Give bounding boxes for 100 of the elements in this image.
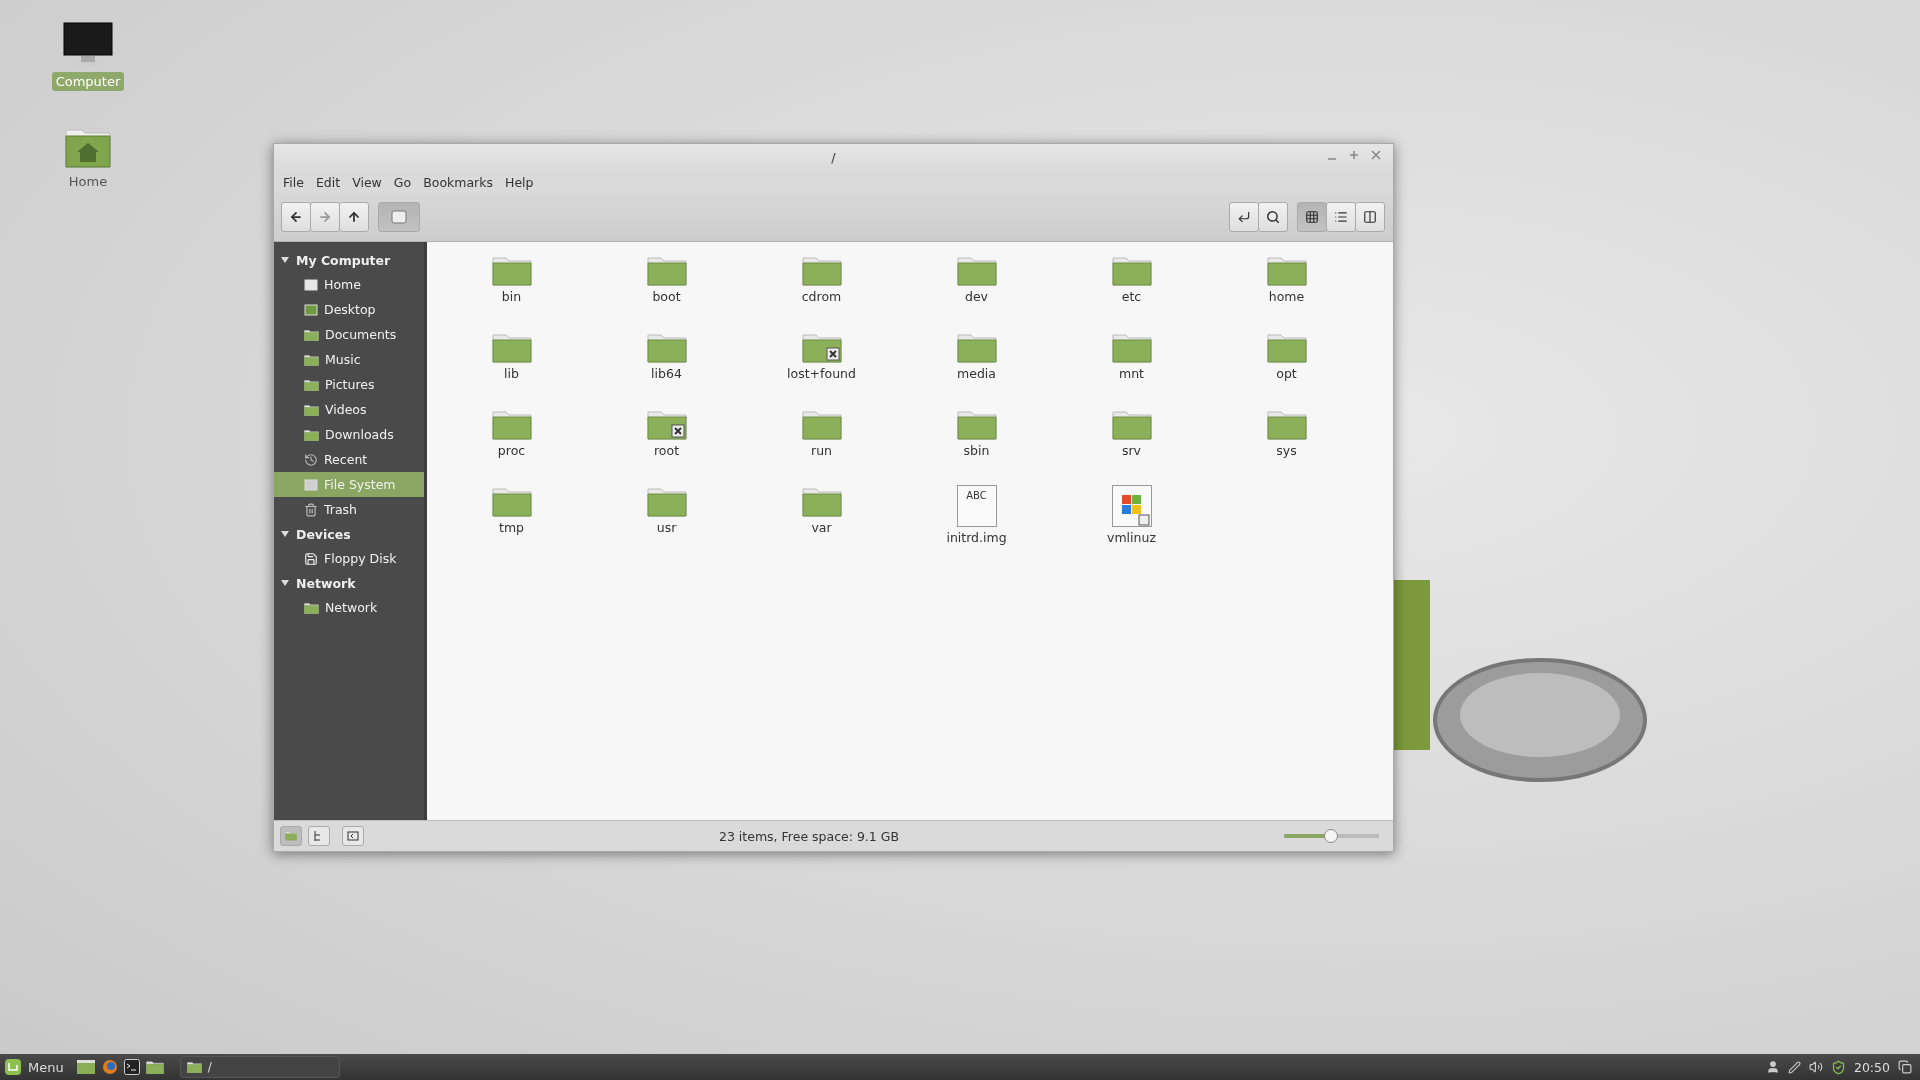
browser-launcher[interactable]	[101, 1059, 118, 1075]
folder-icon[interactable]	[646, 331, 687, 363]
folder-icon[interactable]	[1266, 408, 1307, 440]
locked-folder-icon[interactable]	[646, 408, 687, 440]
back-button[interactable]	[281, 202, 311, 232]
folder-icon[interactable]	[1111, 254, 1152, 286]
locked-folder-icon[interactable]	[801, 331, 842, 363]
folder-icon[interactable]	[1111, 331, 1152, 363]
menu-item[interactable]: File	[278, 172, 309, 192]
sidebar-item[interactable]: Network	[274, 595, 424, 620]
pen-icon[interactable]	[1787, 1060, 1801, 1074]
sidebar-item[interactable]: Home	[274, 272, 424, 297]
file-name: srv	[1121, 443, 1142, 458]
sidebar-item-label: Videos	[325, 402, 367, 417]
places-button[interactable]	[280, 826, 302, 846]
file-name: media	[957, 366, 996, 381]
sidebar-item[interactable]: Trash	[274, 497, 424, 522]
desktop-icon-label[interactable]: Home	[64, 172, 112, 191]
maximize-icon	[1349, 150, 1359, 160]
file-name: tmp	[499, 520, 524, 535]
page-icon	[304, 277, 318, 292]
file-name: proc	[497, 443, 526, 458]
sidebar-item[interactable]: Documents	[274, 322, 424, 347]
folder-icon[interactable]	[801, 485, 842, 517]
terminal-button[interactable]	[1229, 202, 1259, 232]
menu-item[interactable]: Bookmarks	[418, 172, 498, 192]
text-file-icon[interactable]: ABC	[956, 485, 997, 527]
sidebar-item-label: Network	[325, 600, 378, 615]
taskbar-window-button[interactable]: /	[179, 1056, 340, 1078]
folder-icon[interactable]	[956, 331, 997, 363]
search-icon	[1266, 210, 1280, 224]
folder-icon[interactable]	[646, 254, 687, 286]
sidebar-toggle-icon	[347, 830, 359, 842]
view-mode-button[interactable]	[1297, 202, 1327, 232]
sidebar-toggle-button[interactable]	[342, 826, 364, 846]
file-name: lost+found	[787, 366, 856, 381]
close-button[interactable]	[1369, 148, 1383, 162]
location-toggle-button[interactable]	[378, 202, 420, 232]
home-folder-icon[interactable]	[65, 128, 111, 168]
sidebar-item[interactable]: Pictures	[274, 372, 424, 397]
maximize-button[interactable]	[1347, 148, 1361, 162]
terminal-launcher[interactable]	[123, 1059, 140, 1075]
forward-icon	[318, 210, 332, 224]
binary-file-icon[interactable]	[1111, 485, 1152, 527]
menu-button[interactable]: Menu	[4, 1058, 70, 1076]
file-name: boot	[652, 289, 681, 304]
file-name: initrd.img	[946, 530, 1007, 545]
sidebar-item[interactable]: Downloads	[274, 422, 424, 447]
windows-icon[interactable]	[1898, 1060, 1912, 1074]
folder-icon	[285, 831, 297, 841]
menu-item[interactable]: Help	[500, 172, 539, 192]
file-name: run	[811, 443, 832, 458]
folder-icon[interactable]	[956, 254, 997, 286]
desktop-icon	[75, 1059, 96, 1075]
folder-icon[interactable]	[491, 408, 532, 440]
volume-icon[interactable]	[1808, 1060, 1823, 1074]
folder-icon[interactable]	[491, 485, 532, 517]
back-icon	[289, 210, 303, 224]
zoom-slider-thumb[interactable]	[1323, 829, 1338, 843]
folder-icon[interactable]	[646, 485, 687, 517]
sidebar-item[interactable]: Floppy Disk	[274, 546, 424, 571]
file-name: sbin	[963, 443, 990, 458]
view-mode-button[interactable]	[1326, 202, 1356, 232]
file-name: vmlinuz	[1107, 530, 1156, 545]
shield-check-icon[interactable]	[1830, 1059, 1846, 1075]
tree-button[interactable]	[308, 826, 330, 846]
sidebar-item-label: Documents	[325, 327, 397, 342]
folder-icon[interactable]	[1266, 331, 1307, 363]
folder-icon[interactable]	[801, 408, 842, 440]
folder-icon	[304, 403, 319, 416]
file-name: sys	[1276, 443, 1297, 458]
user-icon[interactable]	[1765, 1060, 1780, 1074]
sidebar-item[interactable]: Recent	[274, 447, 424, 472]
expanded-arrow-icon[interactable]	[280, 529, 290, 539]
view-mode-button[interactable]	[1355, 202, 1385, 232]
sidebar-item-label: Pictures	[325, 377, 375, 392]
drive-icon	[391, 209, 407, 225]
folder-icon[interactable]	[491, 254, 532, 286]
clock[interactable]: 20:50	[1853, 1059, 1890, 1075]
file-name: dev	[965, 289, 988, 304]
terminal-icon	[123, 1059, 140, 1075]
sidebar-item[interactable]: Videos	[274, 397, 424, 422]
menu-item[interactable]: Edit	[310, 172, 346, 192]
sidebar-item[interactable]: Music	[274, 347, 424, 372]
menu-item[interactable]: Go	[388, 172, 417, 192]
history-icon	[304, 452, 318, 467]
folder-icon[interactable]	[491, 331, 532, 363]
expanded-arrow-icon[interactable]	[280, 255, 290, 265]
expanded-arrow-icon[interactable]	[280, 578, 290, 588]
up-arrow-button[interactable]	[339, 202, 369, 232]
show-desktop-button[interactable]	[75, 1059, 96, 1075]
sidebar-item-label: Floppy Disk	[324, 551, 397, 566]
folder-icon[interactable]	[1266, 254, 1307, 286]
menu-item[interactable]: View	[347, 172, 387, 192]
sidebar-item[interactable]: Desktop	[274, 297, 424, 322]
folder-icon[interactable]	[956, 408, 997, 440]
folder-icon[interactable]	[801, 254, 842, 286]
folder-icon[interactable]	[1111, 408, 1152, 440]
search-button[interactable]	[1258, 202, 1288, 232]
files-launcher[interactable]	[145, 1059, 164, 1075]
